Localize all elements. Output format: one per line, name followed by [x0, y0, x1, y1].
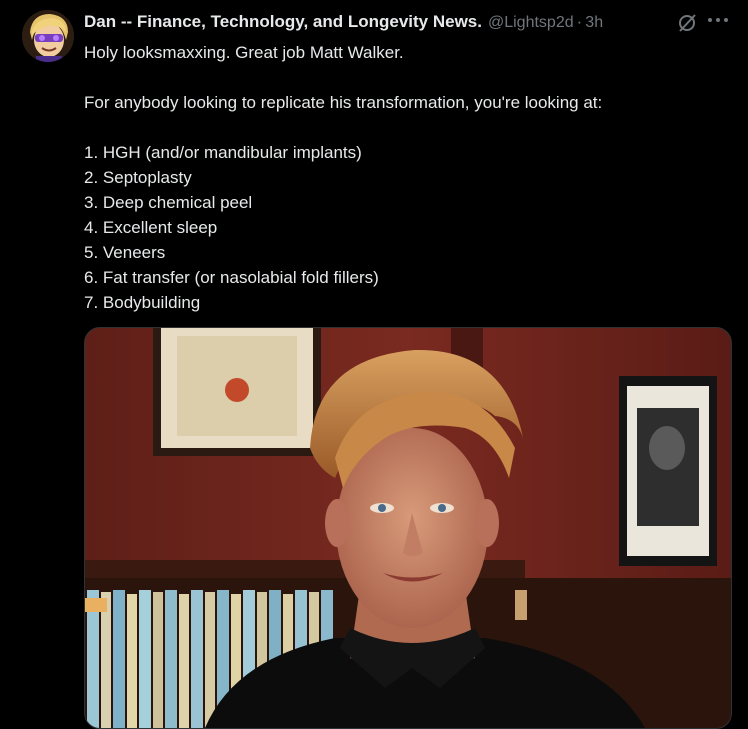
list-item: 4. Excellent sleep	[84, 218, 218, 237]
list-item: 7. Bodybuilding	[84, 293, 201, 312]
list-item: 6. Fat transfer (or nasolabial fold fill…	[84, 268, 379, 287]
author-handle[interactable]: @Lightsp2d	[488, 14, 574, 32]
more-icon[interactable]	[706, 10, 730, 30]
tweet-header: Dan -- Finance, Technology, and Longevit…	[84, 12, 674, 36]
tweet-line: For anybody looking to replicate his tra…	[84, 93, 603, 112]
tweet-line: Holy looksmaxxing. Great job Matt Walker…	[84, 43, 404, 62]
cartoon-avatar-image	[22, 10, 74, 62]
tweet-photo[interactable]	[84, 327, 732, 729]
portrait-photo	[85, 328, 731, 728]
timestamp[interactable]: 3h	[585, 14, 603, 32]
list-item: 5. Veneers	[84, 243, 166, 262]
grok-icon[interactable]	[676, 12, 698, 34]
tweet[interactable]: Dan -- Finance, Technology, and Longevit…	[0, 0, 748, 729]
separator-dot: ·	[576, 12, 583, 31]
list-item: 3. Deep chemical peel	[84, 193, 253, 212]
avatar[interactable]	[22, 10, 74, 62]
list-item: 1. HGH (and/or mandibular implants)	[84, 143, 362, 162]
list-item: 2. Septoplasty	[84, 168, 192, 187]
tweet-text: Holy looksmaxxing. Great job Matt Walker…	[84, 40, 724, 315]
author-name[interactable]: Dan -- Finance, Technology, and Longevit…	[84, 12, 482, 32]
